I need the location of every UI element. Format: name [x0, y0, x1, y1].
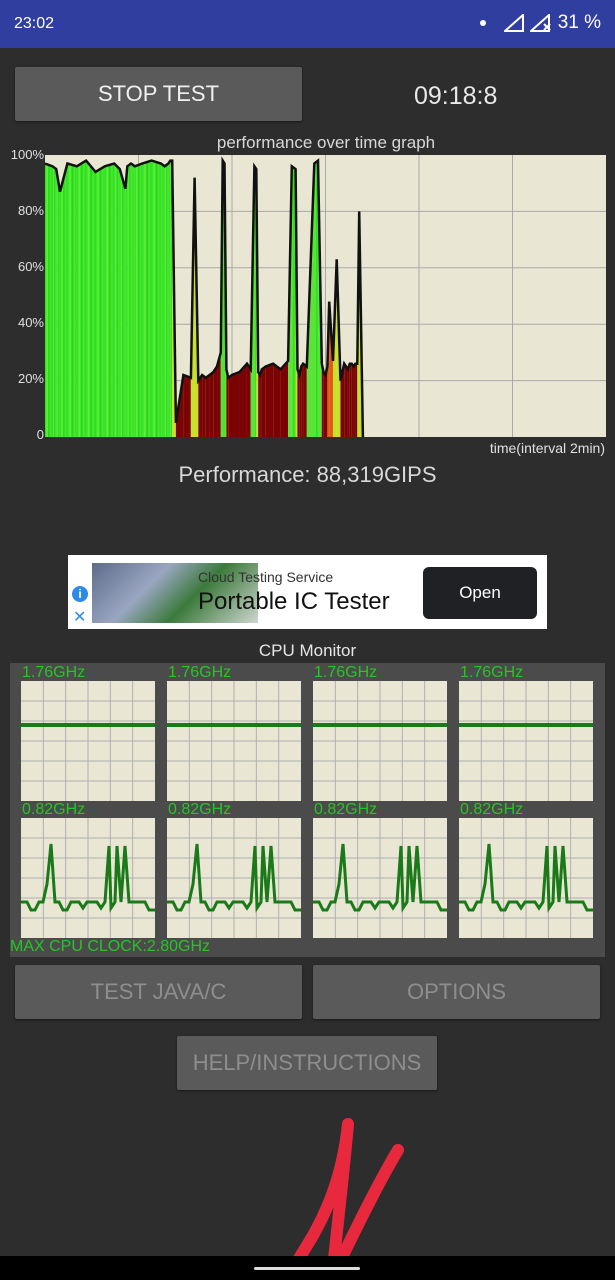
test-java-button[interactable]: TEST JAVA/C [15, 965, 302, 1019]
performance-area-segment [114, 163, 120, 437]
cpu-top-freq: 1.76GHz [314, 664, 378, 681]
ad-close-icon[interactable]: ✕ [73, 607, 86, 627]
status-bar: 23:02 31 % [0, 0, 615, 48]
ad-headline: Portable IC Tester [198, 588, 390, 615]
performance-area-segment [127, 163, 132, 437]
x-axis-label: time(interval 2min) [489, 440, 605, 456]
performance-area-segment [95, 166, 105, 437]
performance-area-segment [168, 160, 171, 437]
notification-dot-icon [479, 20, 486, 26]
performance-area-segment [183, 374, 191, 437]
y-tick-label: 80% [17, 203, 44, 218]
y-tick-label: 20% [17, 371, 44, 386]
performance-area-segment [142, 160, 152, 437]
performance-area-segment [260, 369, 262, 437]
performance-area-segment [131, 163, 135, 437]
performance-area-segment [353, 363, 356, 437]
performance-area-segment [213, 366, 218, 437]
ad-banner[interactable]: i ✕ Cloud Testing Service Portable IC Te… [68, 555, 547, 629]
performance-area-segment [104, 163, 115, 437]
performance-area-segment [205, 374, 210, 437]
performance-graph [44, 155, 606, 438]
performance-area-segment [314, 160, 319, 437]
performance-area-segment [228, 374, 232, 437]
status-time: 23:02 [14, 15, 55, 32]
graph-title: performance over time graph [216, 133, 436, 152]
navigation-bar [0, 1256, 615, 1280]
elapsed-timer: 09:18:8 [414, 82, 498, 110]
cpu-top-freq: 1.76GHz [460, 664, 524, 681]
y-tick-label: 60% [17, 259, 44, 274]
performance-area-segment [56, 169, 60, 437]
cpu-bottom-freq: 0.82GHz [314, 801, 378, 818]
performance-area-segment [160, 163, 165, 437]
performance-area-segment [134, 163, 143, 437]
help-instructions-button[interactable]: HELP/INSTRUCTIONS [177, 1036, 437, 1090]
cpu-bottom-freq: 0.82GHz [168, 801, 232, 818]
performance-area-segment [344, 363, 348, 437]
performance-area-segment [351, 363, 354, 437]
performance-area-segment [239, 363, 247, 437]
performance-area-segment [297, 369, 300, 437]
performance-area-segment [45, 163, 53, 437]
performance-graph-svg [44, 155, 606, 438]
ad-open-button[interactable]: Open [423, 567, 537, 619]
cpu-monitor-panel: 1.76GHz 1.76GHz 1.76GHz 1.76GHz 0.82GHz … [10, 663, 605, 957]
performance-area-segment [273, 363, 281, 437]
y-tick-label: 0 [36, 427, 44, 442]
stop-test-button[interactable]: STOP TEST [15, 67, 302, 121]
performance-area-segment [164, 163, 169, 437]
performance-area-segment [258, 372, 261, 437]
performance-area-segment [321, 363, 324, 437]
performance-area-segment [280, 360, 289, 437]
y-tick-label: 100% [10, 147, 44, 162]
status-icons: 31 % [479, 12, 601, 34]
performance-area-segment [76, 160, 87, 437]
performance-area-segment [198, 374, 203, 437]
performance-area-segment [355, 363, 358, 437]
battery-percent: 31 % [557, 12, 601, 33]
signal-icon [503, 14, 524, 32]
performance-area-segment [67, 163, 77, 437]
performance-area-segment [349, 363, 352, 437]
options-button[interactable]: OPTIONS [313, 965, 600, 1019]
performance-area-segment [59, 163, 68, 437]
y-tick-label: 40% [17, 315, 44, 330]
performance-result: Performance: 88,319GIPS [178, 462, 437, 487]
signal-no-data-icon [529, 14, 551, 32]
performance-area-segment [303, 363, 307, 437]
performance-area-segment [347, 363, 350, 437]
performance-area-segment [323, 372, 326, 437]
performance-area-segment [86, 160, 96, 437]
performance-area-segment [261, 366, 266, 437]
performance-area-segment [52, 166, 57, 437]
performance-area-segment [151, 160, 161, 437]
ad-subtitle: Cloud Testing Service [198, 569, 334, 585]
performance-area-segment [232, 372, 240, 437]
performance-area-segment [301, 363, 304, 437]
performance-area-segment [202, 374, 206, 437]
max-cpu-clock: MAX CPU CLOCK:2.80GHz [10, 938, 211, 955]
performance-area-segment [125, 166, 128, 437]
performance-area-segment [119, 169, 126, 437]
performance-area-segment [246, 363, 251, 437]
cpu-bottom-freq: 0.82GHz [460, 801, 524, 818]
cpu-bottom-freq: 0.82GHz [22, 801, 86, 818]
ad-info-icon[interactable]: i [72, 586, 88, 602]
home-handle[interactable] [254, 1267, 360, 1270]
performance-area-segment [265, 363, 274, 437]
cpu-top-freq: 1.76GHz [168, 664, 232, 681]
red-arrow-annotation [292, 1118, 404, 1280]
cpu-top-freq: 1.76GHz [22, 664, 86, 681]
performance-area-segment [209, 372, 214, 437]
cpu-monitor-title: CPU Monitor [258, 641, 357, 660]
